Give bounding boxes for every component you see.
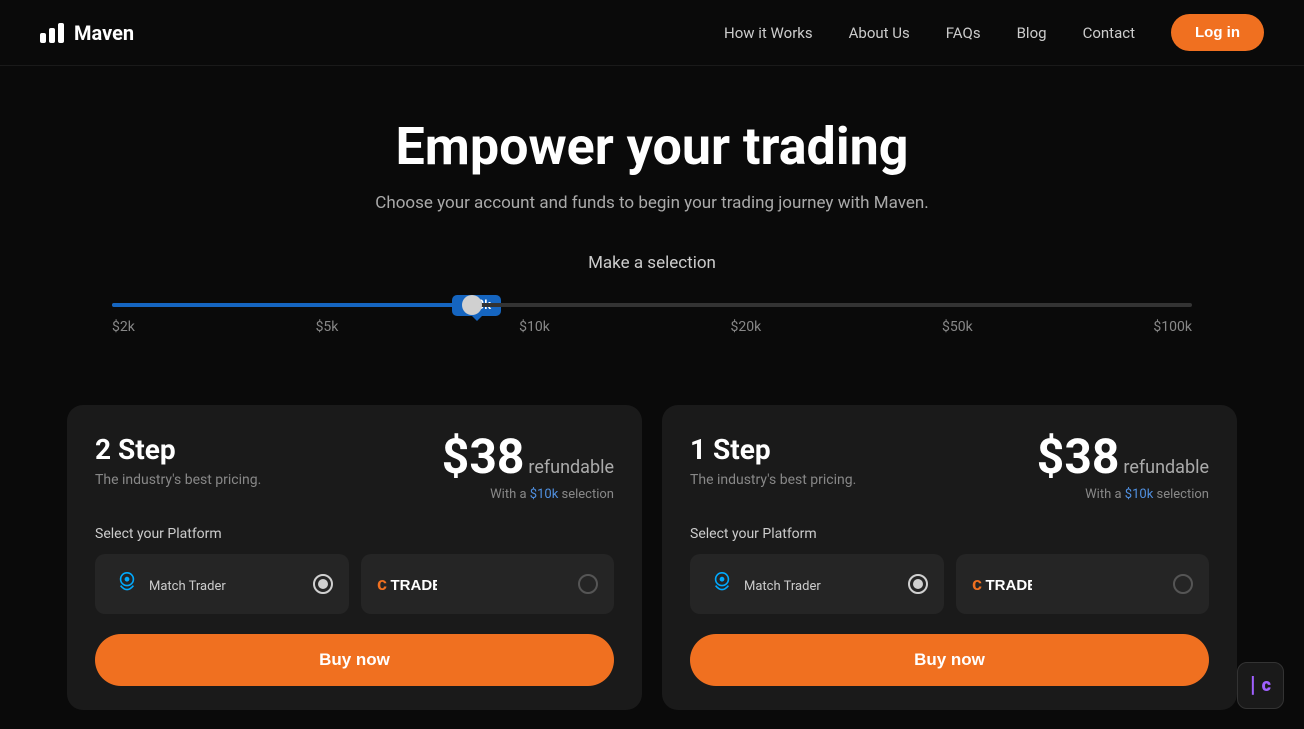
radio-inner-match-trader-two-step <box>318 579 328 589</box>
slider-ticks: $2k $5k $10k $20k $50k $100k <box>112 319 1192 335</box>
ctrader-logo-one-step: c TRADER <box>972 570 1032 598</box>
card-price-note-one-step: With a $10k selection <box>1037 487 1209 502</box>
card-two-step: 2 Step The industry's best pricing. $38r… <box>67 405 642 710</box>
logo-icon <box>40 23 64 43</box>
ctrader-logo-two-step: c TRADER <box>377 570 437 598</box>
card-price-one-step: $38refundable <box>1037 433 1209 481</box>
login-button[interactable]: Log in <box>1171 14 1264 51</box>
radio-match-trader-two-step[interactable] <box>313 574 333 594</box>
nav-link-blog[interactable]: Blog <box>1017 24 1047 42</box>
radio-ctrader-one-step[interactable] <box>1173 574 1193 594</box>
price-note-link-two-step[interactable]: $10k <box>530 487 559 502</box>
slider-thumb[interactable] <box>462 295 482 315</box>
tick-10k: $10k <box>519 319 550 335</box>
price-note-link-one-step[interactable]: $10k <box>1125 487 1154 502</box>
slider-fill <box>112 303 472 307</box>
slider-section: Make a selection $10k $2k $5k $10k $20k … <box>52 253 1252 345</box>
match-trader-name-one-step: Match Trader <box>744 579 821 594</box>
tick-2k: $2k <box>112 319 135 335</box>
hero-subtitle: Choose your account and funds to begin y… <box>20 193 1284 213</box>
logo-text: Maven <box>74 21 134 45</box>
logo[interactable]: Maven <box>40 21 134 45</box>
platform-options-one-step: Match Trader c TRADER <box>690 554 1209 614</box>
ctrader-svg-two-step: c TRADER <box>377 570 437 598</box>
card-price-block-two-step: $38refundable With a $10k selection <box>442 433 614 502</box>
nav-link-about-us[interactable]: About Us <box>849 24 910 42</box>
match-trader-logo-one-step: Match Trader <box>706 568 821 600</box>
slider-container: $10k $2k $5k $10k $20k $50k $100k <box>112 303 1192 345</box>
platform-label-one-step: Select your Platform <box>690 526 1209 542</box>
card-one-step: 1 Step The industry's best pricing. $38r… <box>662 405 1237 710</box>
card-price-two-step: $38refundable <box>442 433 614 481</box>
nav-link-contact[interactable]: Contact <box>1083 24 1135 42</box>
platform-match-trader-two-step[interactable]: Match Trader <box>95 554 349 614</box>
hero-title: Empower your trading <box>20 116 1284 177</box>
platform-options-two-step: Match Trader c TRADER <box>95 554 614 614</box>
nav-link-how-it-works[interactable]: How it Works <box>724 24 813 42</box>
slider-label: Make a selection <box>112 253 1192 273</box>
tick-5k: $5k <box>316 319 339 335</box>
platform-ctrader-two-step[interactable]: c TRADER <box>361 554 615 614</box>
tick-50k: $50k <box>942 319 973 335</box>
radio-match-trader-one-step[interactable] <box>908 574 928 594</box>
card-subtitle-two-step: The industry's best pricing. <box>95 472 261 488</box>
buy-button-one-step[interactable]: Buy now <box>690 634 1209 686</box>
match-trader-name-two-step: Match Trader <box>149 579 226 594</box>
tick-20k: $20k <box>731 319 762 335</box>
card-title-block-one-step: 1 Step The industry's best pricing. <box>690 433 856 488</box>
match-trader-icon-two-step <box>111 568 143 600</box>
hero-section: Empower your trading Choose your account… <box>0 66 1304 375</box>
radio-inner-match-trader-one-step <box>913 579 923 589</box>
card-price-note-two-step: With a $10k selection <box>442 487 614 502</box>
card-subtitle-one-step: The industry's best pricing. <box>690 472 856 488</box>
nav-links: How it Works About Us FAQs Blog Contact … <box>724 14 1264 51</box>
tick-100k: $100k <box>1153 319 1192 335</box>
card-header-one-step: 1 Step The industry's best pricing. $38r… <box>690 433 1209 502</box>
svg-text:TRADER: TRADER <box>985 577 1032 594</box>
cards-section: 2 Step The industry's best pricing. $38r… <box>27 405 1277 710</box>
svg-text:c: c <box>972 574 982 594</box>
card-title-one-step: 1 Step <box>690 433 856 466</box>
ctrader-svg-one-step: c TRADER <box>972 570 1032 598</box>
platform-label-two-step: Select your Platform <box>95 526 614 542</box>
navbar: Maven How it Works About Us FAQs Blog Co… <box>0 0 1304 66</box>
platform-match-trader-one-step[interactable]: Match Trader <box>690 554 944 614</box>
platform-ctrader-one-step[interactable]: c TRADER <box>956 554 1210 614</box>
match-trader-logo-two-step: Match Trader <box>111 568 226 600</box>
widget-text: c <box>1262 675 1271 696</box>
nav-link-faqs[interactable]: FAQs <box>946 24 981 42</box>
svg-text:c: c <box>377 574 387 594</box>
radio-ctrader-two-step[interactable] <box>578 574 598 594</box>
slider-track[interactable] <box>112 303 1192 307</box>
svg-text:TRADER: TRADER <box>390 577 437 594</box>
card-title-two-step: 2 Step <box>95 433 261 466</box>
card-title-block-two-step: 2 Step The industry's best pricing. <box>95 433 261 488</box>
match-trader-icon-one-step <box>706 568 738 600</box>
card-header-two-step: 2 Step The industry's best pricing. $38r… <box>95 433 614 502</box>
widget-corner[interactable]: | c <box>1237 662 1284 709</box>
card-price-block-one-step: $38refundable With a $10k selection <box>1037 433 1209 502</box>
lc-icon: | <box>1250 673 1256 698</box>
buy-button-two-step[interactable]: Buy now <box>95 634 614 686</box>
